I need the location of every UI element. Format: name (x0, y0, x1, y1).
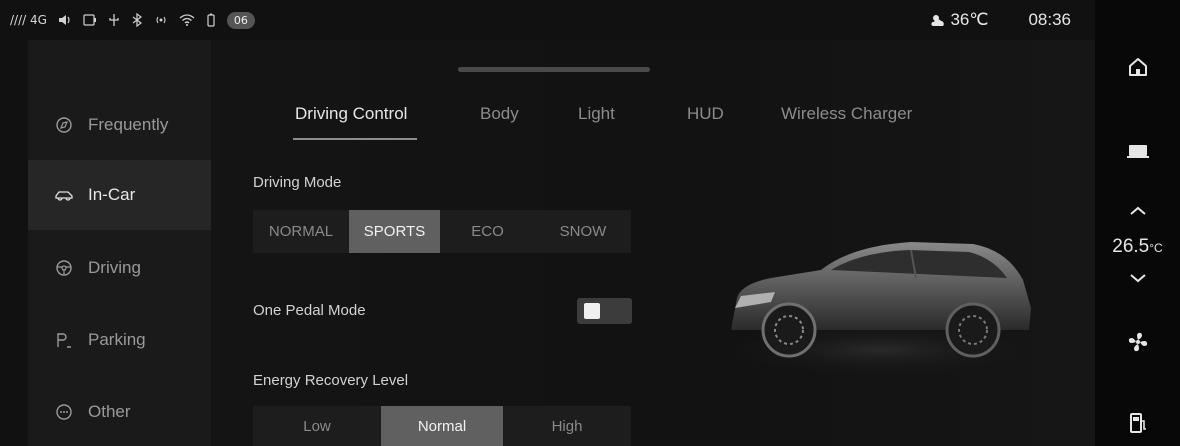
volume-icon (58, 14, 72, 26)
cabin-temperature-value: 26.5 (1112, 236, 1150, 257)
tab-light[interactable]: Light (578, 104, 615, 124)
sidebar-item-label: Driving (88, 258, 141, 277)
sidebar-item-label: Frequently (88, 115, 169, 134)
notification-badge: 06 (226, 11, 255, 29)
sidebar-item-other[interactable]: Other (28, 377, 211, 446)
battery-icon (206, 13, 216, 27)
temp-down-icon[interactable] (1095, 266, 1180, 290)
car-outline-icon (54, 185, 74, 205)
temp-up-icon[interactable] (1095, 198, 1180, 224)
hotspot-icon (154, 14, 168, 26)
sidebar-item-label: In-Car (88, 185, 136, 204)
car-settings-screen: //// 4G 06 36℃ 08:36 Frequently In-Car D… (0, 0, 1180, 446)
driving-mode-label: Driving Mode (253, 174, 342, 191)
energy-recovery-low[interactable]: Low (253, 406, 381, 446)
media-icon (83, 14, 97, 26)
sidebar-item-label: Parking (88, 330, 146, 349)
tab-hud[interactable]: HUD (687, 104, 724, 124)
main-panel: Driving Control Body Light HUD Wireless … (211, 40, 1095, 446)
tab-body[interactable]: Body (480, 104, 519, 124)
energy-recovery-normal[interactable]: Normal (381, 406, 503, 446)
cabin-temperature: 26.5°C (1095, 236, 1180, 258)
driving-mode-sports[interactable]: SPORTS (349, 210, 440, 253)
tab-driving-control[interactable]: Driving Control (295, 104, 407, 124)
energy-recovery-selector: Low Normal High (253, 406, 631, 446)
cabin-temperature-unit: °C (1149, 241, 1163, 255)
sidebar-item-driving[interactable]: Driving (28, 233, 211, 303)
screen-icon[interactable] (1095, 136, 1180, 166)
sidebar-item-label: Other (88, 402, 131, 421)
wifi-icon (179, 14, 195, 26)
driving-mode-normal[interactable]: NORMAL (253, 210, 349, 253)
fuel-icon[interactable] (1095, 408, 1180, 438)
one-pedal-label: One Pedal Mode (253, 302, 366, 319)
signal-indicator: //// 4G (10, 13, 47, 27)
frequently-icon (54, 115, 74, 135)
usb-icon (108, 13, 120, 27)
active-tab-indicator (293, 138, 417, 140)
more-icon (54, 402, 74, 422)
status-bar: //// 4G 06 36℃ 08:36 (0, 0, 1095, 40)
parking-icon (54, 330, 74, 350)
right-rail: 26.5°C (1095, 0, 1180, 446)
sidebar-item-frequently[interactable]: Frequently (28, 90, 211, 160)
sidebar-item-in-car[interactable]: In-Car (28, 160, 211, 230)
driving-mode-snow[interactable]: SNOW (535, 210, 631, 253)
car-illustration (711, 242, 1051, 378)
sidebar: Frequently In-Car Driving Parking Other (28, 40, 211, 446)
weather-indicator: 36℃ (930, 10, 988, 30)
sidebar-item-parking[interactable]: Parking (28, 305, 211, 375)
outside-temperature: 36℃ (950, 10, 989, 29)
steering-wheel-icon (54, 258, 74, 278)
tab-wireless-charger[interactable]: Wireless Charger (781, 104, 912, 124)
energy-recovery-label: Energy Recovery Level (253, 372, 409, 389)
fan-icon[interactable] (1095, 325, 1180, 359)
clock: 08:36 (1028, 10, 1071, 29)
weather-icon (931, 15, 945, 26)
drag-handle[interactable] (458, 67, 650, 72)
toggle-knob (584, 303, 600, 319)
one-pedal-toggle[interactable] (577, 298, 632, 324)
driving-mode-selector: NORMAL SPORTS ECO SNOW (253, 210, 631, 253)
energy-recovery-high[interactable]: High (503, 406, 631, 446)
home-icon[interactable] (1095, 52, 1180, 82)
bluetooth-icon (131, 13, 143, 27)
driving-mode-eco[interactable]: ECO (440, 210, 535, 253)
